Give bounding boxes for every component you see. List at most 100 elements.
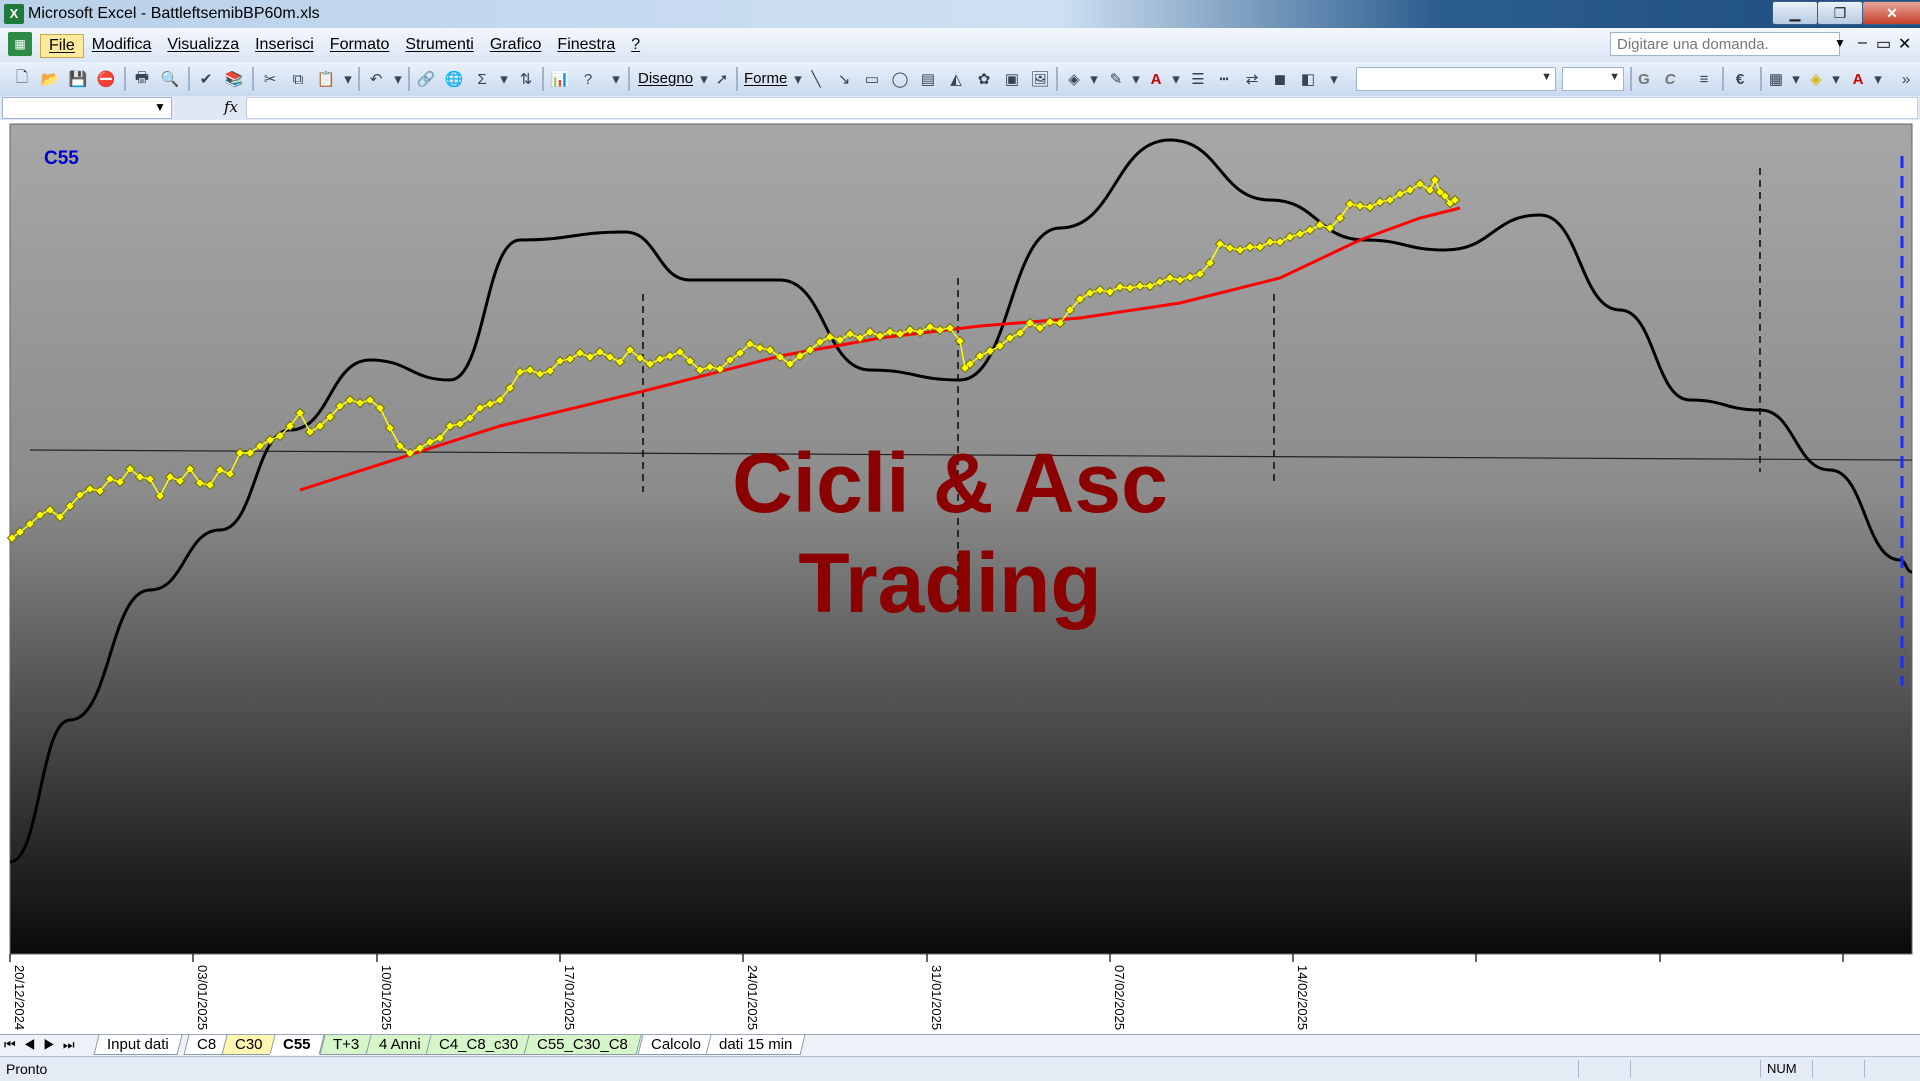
toolbar-overflow-icon[interactable]: »	[1896, 69, 1916, 89]
currency-button[interactable]: €	[1730, 69, 1750, 89]
wordart-icon[interactable]: ◭	[946, 69, 966, 89]
bold-button[interactable]: G	[1634, 69, 1654, 89]
mdi-close-icon[interactable]: ✕	[1898, 34, 1911, 54]
font-color-dropdown-icon[interactable]: ▾	[1166, 69, 1186, 89]
sheet-tab-4-anni[interactable]: 4 Anni	[365, 1035, 435, 1055]
shadow-style-icon[interactable]: ◼	[1270, 69, 1290, 89]
prev-sheet-icon[interactable]: ◀	[24, 1037, 44, 1052]
autosum-dropdown-icon[interactable]: ▾	[494, 69, 514, 89]
draw-dropdown-icon[interactable]: ▾	[694, 69, 714, 89]
save-icon[interactable]: 💾	[68, 69, 88, 89]
sheet-tab-c55[interactable]: C55	[269, 1035, 325, 1055]
borders-icon[interactable]: ▦	[1766, 69, 1786, 89]
insert-picture-icon[interactable]: 🖼	[1030, 69, 1050, 89]
drawing-options-icon[interactable]: ▾	[1324, 69, 1344, 89]
sheet-tab-input-dati[interactable]: Input dati	[93, 1035, 183, 1055]
chart-wizard-icon[interactable]: 📊	[550, 69, 570, 89]
close-icon[interactable]: ✕	[1862, 1, 1920, 25]
permission-icon[interactable]: ⛔	[96, 69, 116, 89]
minimize-icon[interactable]: ▁	[1772, 1, 1818, 25]
ask-question-input[interactable]: Digitare una domanda.	[1610, 32, 1840, 56]
line-color-dropdown-icon[interactable]: ▾	[1126, 69, 1146, 89]
research-icon[interactable]: 📚	[224, 69, 244, 89]
menu-item-strumenti[interactable]: Strumenti	[397, 34, 481, 58]
insert-hyperlink-icon[interactable]: 🔗	[416, 69, 436, 89]
menu-item-visualizza[interactable]: Visualizza	[159, 34, 247, 58]
print-preview-icon[interactable]: 🔍	[160, 69, 180, 89]
fill-color-dropdown-icon[interactable]: ▾	[1084, 69, 1104, 89]
mdi-restore-icon[interactable]: ▭	[1876, 34, 1891, 54]
menu-item-formato[interactable]: Formato	[322, 34, 398, 58]
diagram-icon[interactable]: ✿	[974, 69, 994, 89]
sheet-tab-calcolo[interactable]: Calcolo	[637, 1035, 715, 1055]
cell-fill-color-icon[interactable]: ◈	[1806, 69, 1826, 89]
3d-style-icon[interactable]: ◧	[1298, 69, 1318, 89]
font-name-combo[interactable]: ▼	[1356, 67, 1556, 91]
sort-icon[interactable]: ⇅	[516, 69, 536, 89]
chart-sheet[interactable]: 20/12/2024 03/01/2025 10/01/2025 17/01/2025…	[0, 120, 1920, 1034]
rectangle-tool-icon[interactable]: ▭	[862, 69, 882, 89]
help-icon[interactable]: ?	[578, 69, 598, 89]
paste-icon[interactable]: 📋	[316, 69, 336, 89]
undo-icon[interactable]: ↶	[366, 69, 386, 89]
italic-button[interactable]: C	[1660, 69, 1680, 89]
cut-icon[interactable]: ✂	[260, 69, 280, 89]
autoshapes-menu-button[interactable]: Forme	[744, 70, 787, 87]
toolbar-options-icon[interactable]: ▾	[606, 69, 626, 89]
open-folder-icon[interactable]: 📂	[40, 69, 60, 89]
autoshapes-dropdown-icon[interactable]: ▾	[788, 69, 808, 89]
line-style-icon[interactable]: ☰	[1188, 69, 1208, 89]
restore-icon[interactable]: ❐	[1817, 1, 1863, 25]
menu-item-modifica[interactable]: Modifica	[84, 34, 160, 58]
undo-dropdown-icon[interactable]: ▾	[388, 69, 408, 89]
menu-item-file[interactable]: File	[40, 34, 84, 58]
menu-item-grafico[interactable]: Grafico	[482, 34, 550, 58]
line-color-icon[interactable]: ✎	[1106, 69, 1126, 89]
sheet-tab-c4-c8-c30[interactable]: C4_C8_c30	[425, 1035, 532, 1055]
autosum-icon[interactable]: Σ	[472, 69, 492, 89]
excel-app-icon[interactable]: X	[4, 4, 24, 24]
borders-dropdown-icon[interactable]: ▾	[1786, 69, 1806, 89]
formula-input[interactable]	[246, 97, 1918, 119]
font-size-combo[interactable]: ▼	[1562, 67, 1624, 91]
first-sheet-icon[interactable]: ⏮	[4, 1037, 24, 1052]
select-objects-icon[interactable]: ➚	[712, 69, 732, 89]
mdi-minimize-icon[interactable]: –	[1858, 34, 1867, 52]
align-center-icon[interactable]: ≡	[1694, 69, 1714, 89]
font-color-icon[interactable]: A	[1146, 69, 1166, 89]
paste-dropdown-icon[interactable]: ▾	[338, 69, 358, 89]
last-sheet-icon[interactable]: ⏭	[63, 1037, 83, 1052]
clipart-icon[interactable]: ▣	[1002, 69, 1022, 89]
new-file-icon[interactable]: 🗋	[12, 69, 32, 89]
arrow-style-icon[interactable]: ⇄	[1242, 69, 1262, 89]
sheet-tab-dati-15-min[interactable]: dati 15 min	[705, 1035, 806, 1055]
fill-color-icon[interactable]: ◈	[1064, 69, 1084, 89]
text-color-dropdown-icon[interactable]: ▾	[1868, 69, 1888, 89]
text-color-icon[interactable]: A	[1848, 69, 1868, 89]
toolbar-separator	[188, 67, 190, 91]
arrow-tool-icon[interactable]: ↘	[834, 69, 854, 89]
name-box-dropdown-icon[interactable]: ▼	[154, 100, 166, 114]
print-icon[interactable]: 🖶	[132, 69, 152, 89]
sheet-tab-c30[interactable]: C30	[221, 1035, 277, 1055]
next-sheet-icon[interactable]: ▶	[43, 1037, 63, 1052]
web-icon[interactable]: 🌐	[444, 69, 464, 89]
draw-menu-button[interactable]: Disegno	[638, 70, 693, 87]
cell-fill-dropdown-icon[interactable]: ▾	[1826, 69, 1846, 89]
menu-item-finestra[interactable]: Finestra	[549, 34, 623, 58]
menu-item-inserisci[interactable]: Inserisci	[247, 34, 322, 58]
oval-tool-icon[interactable]: ◯	[890, 69, 910, 89]
cycle-chart[interactable]: 20/12/2024 03/01/2025 10/01/2025 17/01/2025…	[0, 120, 1920, 1034]
copy-icon[interactable]: ⧉	[288, 69, 308, 89]
name-box[interactable]	[2, 97, 172, 119]
textbox-tool-icon[interactable]: ▤	[918, 69, 938, 89]
chevron-down-icon[interactable]: ▼	[1834, 36, 1846, 50]
spelling-icon[interactable]: ✔	[196, 69, 216, 89]
insert-function-icon[interactable]: fx	[224, 98, 238, 116]
workbook-icon[interactable]: ▦	[8, 32, 32, 56]
dash-style-icon[interactable]: ┅	[1214, 69, 1234, 89]
line-tool-icon[interactable]: ╲	[806, 69, 826, 89]
menu-item-help[interactable]: ?	[623, 34, 648, 58]
sheet-tab-c55-c30-c8[interactable]: C55_C30_C8	[523, 1035, 642, 1055]
sheet-tab-t-3[interactable]: T+3	[319, 1035, 373, 1055]
